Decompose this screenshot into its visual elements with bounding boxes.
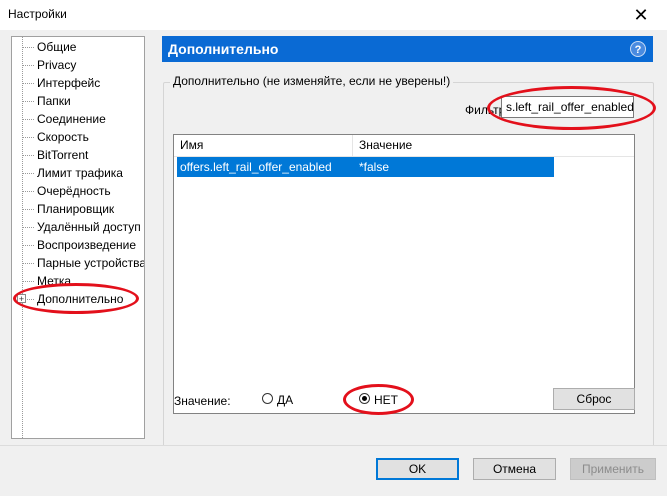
tree-item-bittorrent[interactable]: BitTorrent (12, 146, 144, 164)
tree-item-label: Лимит трафика (37, 166, 123, 180)
column-header-value[interactable]: Значение (353, 135, 412, 156)
section-header: Дополнительно ? (162, 36, 653, 62)
reset-button[interactable]: Сброс (553, 388, 635, 410)
titlebar: Настройки ✕ (0, 0, 667, 30)
tree-item-playback[interactable]: Воспроизведение (12, 236, 144, 254)
tree-item-label: Интерфейс (37, 76, 101, 90)
tree-connector (22, 209, 34, 210)
apply-button[interactable]: Применить (570, 458, 656, 480)
tree-connector (22, 155, 34, 156)
settings-tree[interactable]: Общие Privacy Интерфейс Папки Соединение… (11, 36, 145, 439)
cell-value: *false (359, 160, 390, 174)
tree-item-speed[interactable]: Скорость (12, 128, 144, 146)
highlight-oval-filter (487, 86, 656, 130)
tree-connector (22, 281, 34, 282)
tree-item-label: Удалённый доступ (37, 220, 141, 234)
tree-item-label: Папки (37, 94, 71, 108)
tree-connector (22, 173, 34, 174)
window-title: Настройки (8, 7, 67, 21)
grid-header: Имя Значение (174, 135, 634, 157)
section-title: Дополнительно (168, 41, 279, 57)
highlight-oval-no-radio (343, 384, 414, 415)
radio-circle (262, 393, 273, 404)
value-label: Значение: (174, 394, 231, 408)
tree-item-privacy[interactable]: Privacy (12, 56, 144, 74)
tree-connector (22, 137, 34, 138)
tree-connector (22, 119, 34, 120)
tree-item-label: BitTorrent (37, 148, 89, 162)
close-icon[interactable]: ✕ (621, 2, 661, 28)
tree-item-paired-devices[interactable]: Парные устройства (12, 254, 144, 272)
settings-grid[interactable]: Имя Значение offers.left_rail_offer_enab… (173, 134, 635, 414)
tree-connector (22, 101, 34, 102)
tree-item-general[interactable]: Общие (12, 38, 144, 56)
tree-item-label: Планировщик (37, 202, 115, 216)
tree-item-queue[interactable]: Очерёдность (12, 182, 144, 200)
highlight-oval-advanced (13, 283, 139, 314)
grid-row-selected[interactable]: offers.left_rail_offer_enabled *false (177, 157, 554, 177)
tree-connector (22, 83, 34, 84)
tree-item-label: Privacy (37, 58, 77, 72)
tree-item-connection[interactable]: Соединение (12, 110, 144, 128)
tree-connector (22, 245, 34, 246)
tree-item-interface[interactable]: Интерфейс (12, 74, 144, 92)
tree-connector (22, 227, 34, 228)
cancel-button[interactable]: Отмена (473, 458, 556, 480)
tree-item-remote-access[interactable]: Удалённый доступ (12, 218, 144, 236)
radio-yes-label: ДА (277, 393, 294, 407)
groupbox-caption: Дополнительно (не изменяйте, если не уве… (170, 74, 454, 88)
tree-item-label: Общие (37, 40, 77, 54)
tree-item-traffic-limit[interactable]: Лимит трафика (12, 164, 144, 182)
column-header-name[interactable]: Имя (174, 135, 203, 156)
cell-name: offers.left_rail_offer_enabled (180, 160, 332, 174)
tree-connector (22, 263, 34, 264)
tree-item-scheduler[interactable]: Планировщик (12, 200, 144, 218)
dialog-footer: OK Отмена Применить (0, 446, 667, 496)
tree-item-label: Очерёдность (37, 184, 111, 198)
tree-item-label: Воспроизведение (37, 238, 137, 252)
tree-item-label: Скорость (37, 130, 89, 144)
tree-connector (22, 191, 34, 192)
radio-yes[interactable]: ДА (262, 392, 302, 408)
tree-item-label: Соединение (37, 112, 106, 126)
tree-item-folders[interactable]: Папки (12, 92, 144, 110)
tree-item-label: Парные устройства (37, 256, 145, 270)
help-icon[interactable]: ? (630, 41, 646, 57)
ok-button[interactable]: OK (376, 458, 459, 480)
tree-connector (22, 47, 34, 48)
tree-connector (22, 65, 34, 66)
